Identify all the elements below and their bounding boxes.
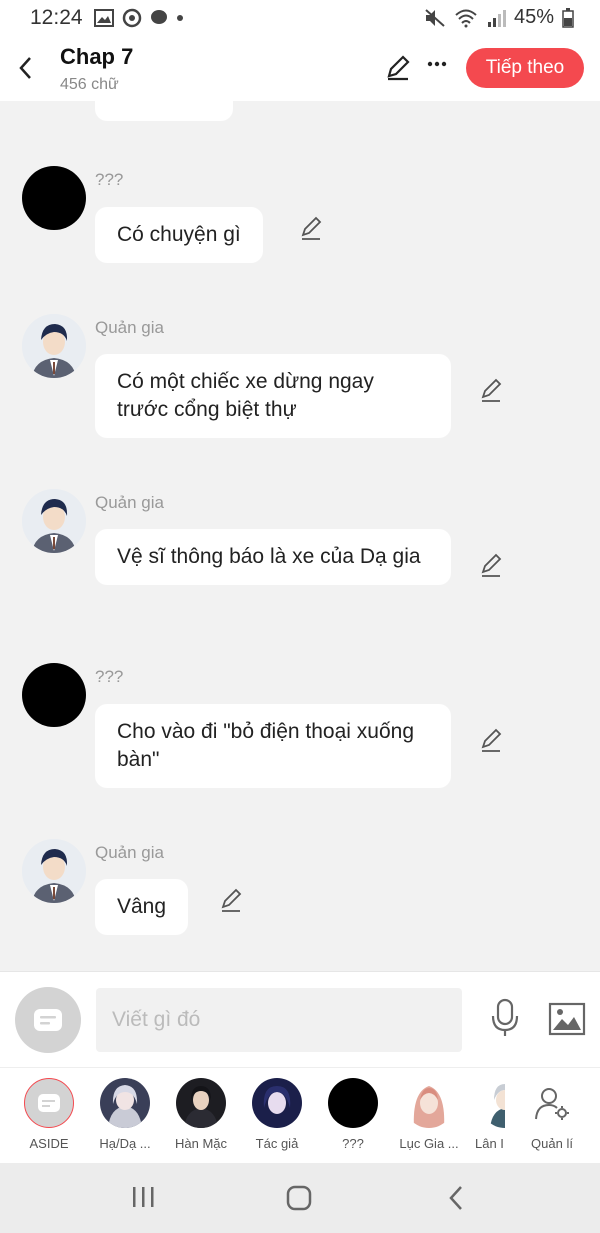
- character-label: Quản lí: [531, 1136, 573, 1151]
- aside-icon: [34, 1009, 62, 1031]
- character-label: Lân I: [475, 1136, 504, 1151]
- chapter-header: Chap 7 456 chữ Tiếp theo: [0, 38, 600, 101]
- notification-icons: [94, 8, 184, 28]
- nav-back-icon[interactable]: [446, 1185, 466, 1211]
- avatar-unknown[interactable]: [22, 166, 86, 230]
- mute-icon: [425, 8, 445, 27]
- speaker-name: Quản gia: [95, 843, 164, 862]
- mic-icon: [491, 998, 519, 1036]
- speaker-name: ???: [95, 667, 124, 686]
- character-label: Lục Gia ...: [399, 1136, 459, 1151]
- gallery-notification-icon: [94, 9, 114, 27]
- character-unknown[interactable]: ???: [315, 1078, 391, 1151]
- pencil-icon: [387, 55, 410, 81]
- character-avatar: [328, 1078, 378, 1128]
- character-avatar: [252, 1078, 302, 1128]
- chrome-notification-icon: [122, 8, 142, 28]
- back-button[interactable]: [10, 50, 40, 86]
- character-selector: ASIDE Hạ/Dạ ... Hàn Mặc Tác giả ??? Lục …: [0, 1067, 600, 1163]
- character-avatar: [176, 1078, 226, 1128]
- pencil-icon[interactable]: [478, 377, 506, 405]
- character-luc-gia[interactable]: Lục Gia ...: [391, 1078, 467, 1151]
- status-bar: 12:24 45%: [0, 0, 600, 38]
- dot-notification-icon: [177, 15, 183, 21]
- aside-toggle-button[interactable]: [15, 987, 81, 1053]
- pencil-icon[interactable]: [478, 552, 506, 580]
- battery-percent: 45%: [513, 6, 554, 28]
- aside-avatar: [24, 1078, 74, 1128]
- character-avatar: [100, 1078, 150, 1128]
- character-lan[interactable]: Lân I: [467, 1078, 505, 1151]
- chapter-title: Chap 7: [60, 44, 134, 69]
- message-bubble[interactable]: Vệ sĩ thông báo là xe của Dạ gia: [95, 529, 451, 585]
- speaker-name: Quản gia: [95, 493, 164, 512]
- battery-icon: [562, 7, 574, 28]
- character-label: ASIDE: [29, 1136, 69, 1151]
- character-avatar: [480, 1078, 505, 1128]
- wifi-icon: [455, 9, 477, 27]
- avatar-quan-gia[interactable]: [22, 489, 86, 553]
- avatar-quan-gia[interactable]: [22, 839, 86, 903]
- character-label: Hạ/Dạ ...: [99, 1136, 151, 1151]
- speaker-name: Quản gia: [95, 318, 164, 337]
- message-bubble-partial[interactable]: [95, 101, 233, 121]
- back-icon: [19, 57, 31, 79]
- character-label: Tác giả: [255, 1136, 299, 1151]
- chat-area: ??? Có chuyện gì Quản gia Có một chiếc x…: [0, 101, 600, 971]
- avatar-unknown[interactable]: [22, 663, 86, 727]
- status-time: 12:24: [30, 6, 83, 29]
- edit-chapter-button[interactable]: [384, 53, 414, 83]
- manage-user-icon: [535, 1088, 569, 1120]
- next-chapter-button[interactable]: Tiếp theo: [466, 48, 584, 88]
- message-bubble[interactable]: Có một chiếc xe dừng ngay trước cổng biệ…: [95, 354, 451, 438]
- message-bubble[interactable]: Vâng: [95, 879, 189, 935]
- character-ha-da[interactable]: Hạ/Dạ ...: [87, 1078, 163, 1151]
- image-upload-button[interactable]: [548, 1002, 586, 1036]
- pencil-icon[interactable]: [298, 215, 326, 243]
- recent-apps-icon[interactable]: [130, 1185, 156, 1209]
- character-label: ???: [342, 1136, 364, 1151]
- character-tac-gia[interactable]: Tác giả: [239, 1078, 315, 1151]
- chat-notification-icon: [151, 10, 167, 24]
- manage-user-avatar: [527, 1078, 577, 1128]
- word-count: 456 chữ: [60, 76, 119, 93]
- character-label: Hàn Mặc: [174, 1136, 228, 1151]
- home-icon[interactable]: [286, 1185, 312, 1211]
- message-bubble[interactable]: Có chuyện gì: [95, 207, 263, 263]
- signal-icon: [487, 9, 506, 27]
- avatar-quan-gia[interactable]: [22, 314, 86, 378]
- character-aside[interactable]: ASIDE: [11, 1078, 87, 1151]
- voice-input-button[interactable]: [488, 998, 522, 1038]
- more-options-button[interactable]: [424, 48, 450, 78]
- message-input-bar: [0, 971, 600, 1067]
- message-bubble[interactable]: Cho vào đi "bỏ điện thoại xuống bàn": [95, 704, 451, 788]
- pencil-icon[interactable]: [478, 727, 506, 755]
- manage-characters-button[interactable]: Quản lí: [514, 1078, 590, 1151]
- character-han-mac[interactable]: Hàn Mặc: [163, 1078, 239, 1151]
- speaker-name: ???: [95, 170, 124, 189]
- character-avatar: [404, 1078, 454, 1128]
- status-right: 45%: [424, 6, 574, 29]
- pencil-icon[interactable]: [218, 887, 246, 915]
- system-nav-bar: [0, 1163, 600, 1233]
- more-icon: [427, 61, 447, 67]
- message-input[interactable]: [96, 988, 462, 1052]
- image-icon: [548, 1002, 586, 1036]
- aside-icon: [38, 1094, 60, 1112]
